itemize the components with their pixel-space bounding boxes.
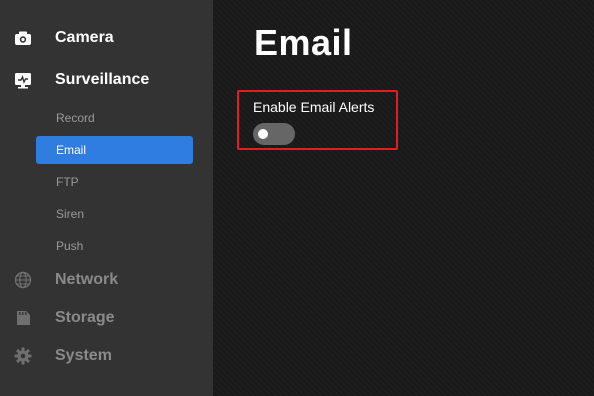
nav-storage[interactable]: Storage [0,300,213,336]
gear-icon [14,347,32,365]
email-alerts-label: Enable Email Alerts [253,99,375,115]
subnav-record-label: Record [56,111,95,125]
page-title: Email [254,22,353,63]
subnav-siren-label: Siren [56,207,85,221]
toggle-knob [258,129,268,139]
subnav-email[interactable]: Email [36,136,193,164]
subnav-email-label: Email [56,143,87,157]
globe-icon [14,271,32,289]
nav-network-label: Network [55,271,119,288]
subnav-record[interactable]: Record [36,104,193,132]
camera-icon [14,29,32,47]
sidebar: Camera Surveillance Record Email FTP Sir… [0,0,213,396]
nav-camera[interactable]: Camera [0,20,213,56]
subnav-push-label: Push [56,239,84,253]
monitor-icon [14,71,32,89]
email-alerts-setting: Enable Email Alerts [237,90,398,150]
nav-storage-label: Storage [55,309,115,326]
subnav-ftp-label: FTP [56,175,79,189]
subnav-siren[interactable]: Siren [36,200,193,228]
subnav-ftp[interactable]: FTP [36,168,193,196]
nav-surveillance[interactable]: Surveillance [0,62,213,98]
nav-surveillance-label: Surveillance [55,71,150,88]
nav-system[interactable]: System [0,338,213,374]
email-alerts-toggle[interactable] [253,123,295,145]
subnav-push[interactable]: Push [36,232,193,260]
storage-icon [14,309,32,327]
nav-system-label: System [55,347,112,364]
app-window: Camera Surveillance Record Email FTP Sir… [0,0,594,396]
nav-camera-label: Camera [55,29,114,46]
nav-network[interactable]: Network [0,262,213,298]
main-content: Email Enable Email Alerts [213,0,594,396]
